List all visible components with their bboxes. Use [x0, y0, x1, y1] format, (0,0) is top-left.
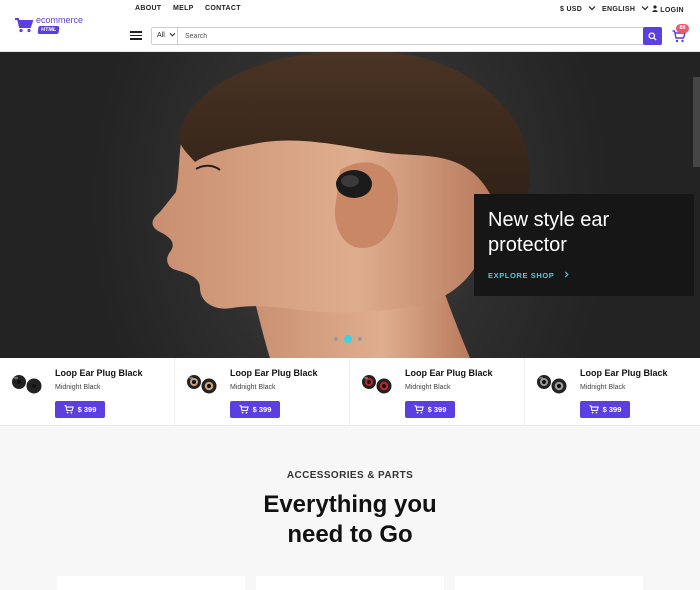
- section-title-line-2: need to Go: [287, 521, 413, 548]
- product-name[interactable]: Loop Ear Plug Black: [55, 368, 143, 378]
- product-variant: Midnight Black: [405, 384, 451, 391]
- cart-logo-icon: [15, 18, 34, 33]
- chevron-down-icon: [169, 32, 176, 37]
- product-name[interactable]: Loop Ear Plug Black: [405, 368, 493, 378]
- nav-help[interactable]: MELP: [173, 5, 194, 12]
- product-price: $ 399: [77, 405, 97, 414]
- product-strip: Loop Ear Plug Black Midnight Black $ 399 Lo…: [0, 358, 700, 426]
- product-variant: Midnight Black: [580, 384, 626, 391]
- add-to-cart-button[interactable]: $ 399: [580, 401, 630, 418]
- logo-badge: HTML: [37, 26, 60, 34]
- carousel-dot[interactable]: [344, 335, 352, 343]
- product-price: $ 399: [427, 405, 447, 414]
- search-bar: All: [151, 27, 662, 45]
- search-category-value: All: [157, 32, 165, 39]
- search-category-select[interactable]: All: [152, 28, 178, 44]
- search-button[interactable]: [643, 27, 662, 45]
- product-card[interactable]: Loop Ear Plug Black Midnight Black $ 399: [525, 358, 700, 426]
- explore-shop-link[interactable]: EXPLORE SHOP: [488, 271, 570, 280]
- section-title: Everything you need to Go: [0, 490, 700, 550]
- product-card[interactable]: Loop Ear Plug Black Midnight Black $ 399: [0, 358, 175, 426]
- nav-about[interactable]: ABOUT: [135, 5, 161, 12]
- currency-value: $ USD: [560, 6, 583, 13]
- add-to-cart-button[interactable]: $ 399: [55, 401, 105, 418]
- explore-shop-label: EXPLORE SHOP: [488, 271, 555, 280]
- earplug-image: [362, 375, 392, 394]
- logo[interactable]: ecommerce HTML: [14, 15, 83, 34]
- earplug-image: [187, 375, 217, 394]
- chevron-down-icon: [642, 6, 649, 11]
- chevron-down-icon: [588, 6, 596, 11]
- site-header: ecommerce HTML ABOUT MELP CONTACT $ USD …: [0, 0, 700, 52]
- hero-promo-card: New style ear protector EXPLORE SHOP: [474, 194, 694, 296]
- cart-icon: [239, 405, 249, 414]
- hero-banner: New style ear protector EXPLORE SHOP: [0, 52, 700, 358]
- cart-icon: [414, 405, 424, 414]
- carousel-dot[interactable]: [334, 337, 338, 341]
- product-price: $ 399: [252, 405, 272, 414]
- currency-select[interactable]: $ USD: [560, 5, 596, 13]
- earplug-image: [12, 375, 42, 394]
- nav-contact[interactable]: CONTACT: [205, 5, 241, 12]
- section-title-line-1: Everything you: [263, 491, 437, 518]
- cart-count-badge: 88: [676, 24, 689, 33]
- section-eyebrow: ACCESSORIES & PARTS: [286, 470, 414, 481]
- carousel-dot[interactable]: [358, 337, 362, 341]
- product-variant: Midnight Black: [230, 384, 276, 391]
- carousel-dots: [334, 335, 362, 343]
- product-card[interactable]: Loop Ear Plug Black Midnight Black $ 399: [350, 358, 525, 426]
- logo-text: ecommerce: [36, 15, 84, 25]
- product-variant: Midnight Black: [55, 384, 101, 391]
- language-value: ENGLISH: [602, 6, 636, 13]
- user-icon: [652, 5, 658, 12]
- search-input[interactable]: [179, 28, 643, 44]
- login-link[interactable]: LOGIN: [652, 5, 684, 14]
- search-icon: [648, 31, 657, 41]
- earplug-image: [537, 375, 567, 394]
- product-name[interactable]: Loop Ear Plug Black: [230, 368, 318, 378]
- language-select[interactable]: ENGLISH: [602, 5, 649, 13]
- menu-icon[interactable]: [130, 31, 142, 40]
- add-to-cart-button[interactable]: $ 399: [405, 401, 455, 418]
- chevron-right-icon: [564, 271, 569, 278]
- product-name[interactable]: Loop Ear Plug Black: [580, 368, 668, 378]
- login-label: LOGIN: [660, 7, 684, 14]
- cart-icon: [64, 405, 74, 414]
- hero-title: New style ear protector: [488, 209, 610, 256]
- add-to-cart-button[interactable]: $ 399: [230, 401, 280, 418]
- cart-icon: [589, 405, 599, 414]
- product-price: $ 399: [602, 405, 622, 414]
- product-card[interactable]: Loop Ear Plug Black Midnight Black $ 399: [175, 358, 350, 426]
